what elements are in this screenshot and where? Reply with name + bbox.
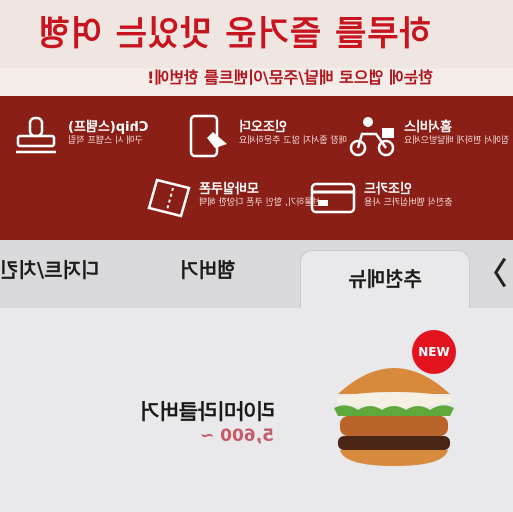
service-stamp: Chip(스탬프) 구매 시 스탬프 적립 xyxy=(4,110,164,166)
service-desc: 선물하기, 할인 쿠폰 다양한 혜택 xyxy=(199,198,321,208)
service-name: Chip(스탬프) xyxy=(68,120,149,135)
service-card: 인조카드 충전식 멤버십카드 사용 xyxy=(300,172,460,228)
banner-title-row: 하루를 즐거운 맛있는 여행 xyxy=(0,0,513,68)
menu-item-price: 5,600 ~ xyxy=(200,426,274,446)
tab-burger[interactable]: 햄버거 xyxy=(180,254,235,283)
service-desc: 충전식 멤버십카드 사용 xyxy=(364,198,453,208)
service-desc: 집에서 편하게 배달받으세요 xyxy=(404,136,510,146)
service-delivery: 홈서비스 집에서 편하게 배달받으세요 xyxy=(340,110,509,166)
tab-recommended[interactable]: 추천메뉴 xyxy=(300,250,470,311)
service-order: 인조오더 매장 줄서지 않고 주문하세요 xyxy=(175,110,347,166)
chevron-left-icon[interactable]: 〈 xyxy=(474,252,510,300)
menu-area: 리아미라클버거 5,600 ~ NEW xyxy=(0,308,513,512)
stamp-icon xyxy=(16,116,56,154)
new-badge: NEW xyxy=(412,330,456,374)
promo-banner: 하루를 즐거운 맛있는 여행 한눈에 앱으로 배달/주문/이벤트를 한번에! 홈… xyxy=(0,0,513,240)
menu-item-name: 리아미라클버거 xyxy=(140,400,276,424)
tab-recommended-label: 추천메뉴 xyxy=(348,267,422,291)
service-panel: 홈서비스 집에서 편하게 배달받으세요 인조오더 매장 줄서지 않고 주문하세요… xyxy=(0,96,513,240)
service-name: 인조카드 xyxy=(364,182,412,197)
banner-title: 하루를 즐거운 맛있는 여행 xyxy=(37,14,431,54)
mobile-order-icon xyxy=(189,114,227,158)
service-desc: 매장 줄서지 않고 주문하세요 xyxy=(239,136,347,146)
service-name: 모바일쿠폰 xyxy=(199,182,259,197)
service-name: 홈서비스 xyxy=(404,120,452,135)
coupon-icon xyxy=(147,178,191,218)
service-coupon: 모바일쿠폰 선물하기, 할인 쿠폰 다양한 혜택 xyxy=(135,172,321,228)
tab-dessert-chicken[interactable]: 디저트/치킨 xyxy=(0,254,99,283)
banner-subtitle: 한눈에 앱으로 배달/주문/이벤트를 한번에! xyxy=(147,68,433,87)
delivery-scooter-icon xyxy=(349,117,395,157)
category-tabbar: 디저트/치킨 햄버거 추천메뉴 〈 xyxy=(0,240,513,311)
service-name: 인조오더 xyxy=(239,120,287,135)
service-desc: 구매 시 스탬프 적립 xyxy=(68,136,143,146)
